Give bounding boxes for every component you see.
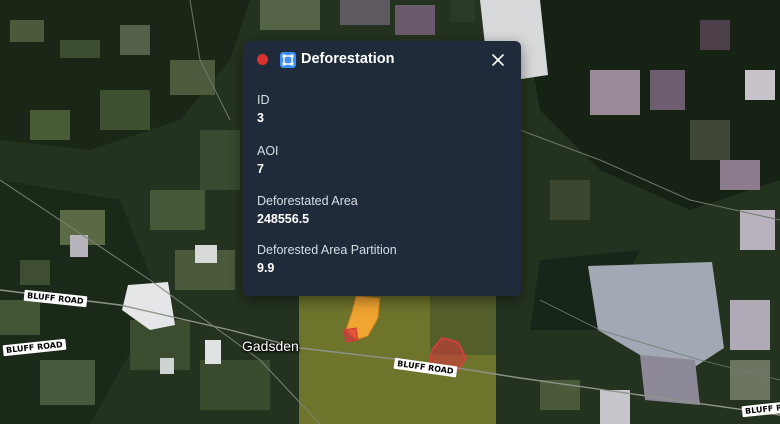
place-label: Gadsden	[242, 338, 299, 354]
attribute-label-deforested-area-partition: Deforested Area Partition	[257, 243, 397, 257]
attribute-label-id: ID	[257, 93, 270, 107]
popup-header: Deforestation	[243, 41, 521, 78]
attribute-value-id: 3	[257, 111, 264, 125]
attribute-value-aoi: 7	[257, 162, 264, 176]
attribute-value-deforested-area-partition: 9.9	[257, 261, 275, 275]
attribute-label-aoi: AOI	[257, 144, 279, 158]
polygon-icon	[280, 52, 296, 68]
close-icon[interactable]	[489, 51, 507, 69]
status-indicator	[257, 54, 268, 65]
attribute-label-deforestated-area: Deforestated Area	[257, 194, 358, 208]
feature-info-popup: Deforestation ID 3 AOI 7 Deforestated Ar…	[243, 41, 521, 296]
popup-title: Deforestation	[301, 51, 395, 67]
attribute-value-deforestated-area: 248556.5	[257, 212, 310, 226]
